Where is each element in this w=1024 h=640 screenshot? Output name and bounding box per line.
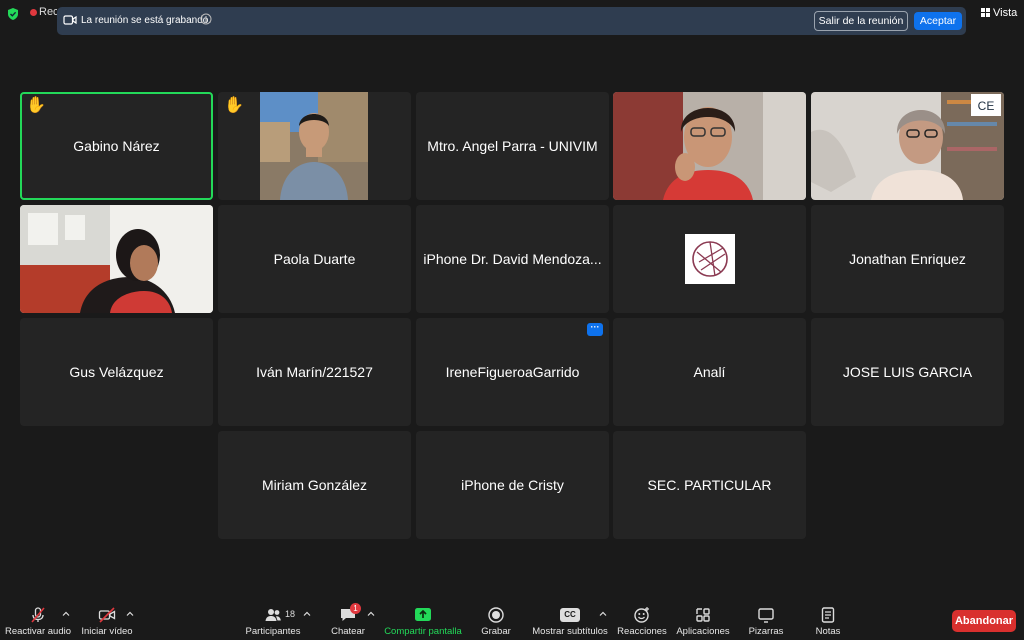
accept-button[interactable]: Aceptar bbox=[914, 12, 962, 30]
participant-video bbox=[260, 92, 368, 200]
record-icon bbox=[488, 607, 504, 623]
participant-video: CE bbox=[811, 92, 1004, 200]
participant-tile-miriam-gonzalez[interactable]: Miriam González bbox=[218, 431, 411, 539]
more-options-button[interactable]: ··· bbox=[587, 323, 603, 336]
participant-name: Jonathan Enriquez bbox=[849, 251, 966, 267]
participants-label: Participantes bbox=[245, 626, 301, 637]
participant-tile-gabino[interactable]: ✋ Gabino Nárez bbox=[20, 92, 213, 200]
notes-label: Notas bbox=[815, 626, 841, 637]
participant-video bbox=[613, 92, 806, 200]
top-bar: Recc La reunión se está grabando. Salir … bbox=[0, 0, 1024, 36]
participant-tile-gus-velazquez[interactable]: Gus Velázquez bbox=[20, 318, 213, 426]
record-button[interactable]: Grabar bbox=[474, 600, 518, 640]
share-screen-icon bbox=[415, 608, 431, 621]
participants-icon bbox=[265, 609, 281, 621]
participant-tile-jonathan-enriquez[interactable]: Jonathan Enriquez bbox=[811, 205, 1004, 313]
participant-name: Paola Duarte bbox=[273, 251, 356, 267]
participant-tile-anali[interactable]: Analí bbox=[613, 318, 806, 426]
view-button[interactable]: Vista bbox=[981, 7, 1017, 21]
participant-video bbox=[20, 205, 213, 313]
reactions-label: Reacciones bbox=[617, 626, 667, 637]
recording-message: La reunión se está grabando. bbox=[81, 15, 212, 26]
participant-name: Mtro. Angel Parra - UNIVIM bbox=[427, 138, 598, 154]
apps-icon bbox=[696, 608, 710, 622]
chat-unread-badge: 1 bbox=[350, 603, 361, 614]
show-captions-button[interactable]: CC Mostrar subtítulos bbox=[530, 600, 610, 640]
info-icon[interactable] bbox=[200, 13, 212, 25]
participant-tile-david-mendoza[interactable]: iPhone Dr. David Mendoza... bbox=[416, 205, 609, 313]
raised-hand-icon: ✋ bbox=[26, 97, 46, 114]
view-label: Vista bbox=[993, 7, 1018, 19]
recording-label: Recc bbox=[39, 6, 57, 18]
participants-button[interactable]: 18 Participantes bbox=[240, 600, 306, 640]
meeting-toolbar: Reactivar audio Iniciar vídeo 18 Partici… bbox=[0, 600, 1024, 640]
reactions-smiley-icon bbox=[634, 607, 649, 623]
participants-count: 18 bbox=[285, 609, 296, 619]
apps-label: Aplicaciones bbox=[676, 626, 730, 637]
share-screen-button[interactable]: Compartir pantalla bbox=[382, 600, 464, 640]
recording-camera-icon bbox=[63, 15, 77, 25]
show-captions-label: Mostrar subtítulos bbox=[532, 626, 608, 637]
svg-text:CE: CE bbox=[978, 99, 995, 113]
participant-tile-video-3[interactable]: CE bbox=[811, 92, 1004, 200]
globe-logo-avatar bbox=[685, 234, 735, 284]
unmute-audio-button[interactable]: Reactivar audio bbox=[4, 600, 72, 640]
participant-tile-video-4[interactable] bbox=[20, 205, 213, 313]
participant-tile-jose-luis-garcia[interactable]: JOSE LUIS GARCIA bbox=[811, 318, 1004, 426]
record-label: Grabar bbox=[481, 626, 511, 637]
microphone-muted-icon bbox=[31, 607, 45, 623]
recording-dot-icon bbox=[30, 9, 37, 16]
leave-meeting-button[interactable]: Salir de la reunión bbox=[814, 11, 908, 31]
video-options-chevron-icon[interactable] bbox=[126, 610, 134, 618]
closed-captions-icon: CC bbox=[560, 608, 580, 622]
participant-name: SEC. PARTICULAR bbox=[647, 477, 772, 493]
participants-options-chevron-icon[interactable] bbox=[303, 610, 311, 618]
chat-button[interactable]: 1 Chatear bbox=[324, 600, 372, 640]
recording-banner: La reunión se está grabando. Salir de la… bbox=[57, 7, 966, 35]
participant-name: JOSE LUIS GARCIA bbox=[842, 364, 973, 380]
apps-button[interactable]: Aplicaciones bbox=[674, 600, 732, 640]
participant-tile-sec-particular[interactable]: SEC. PARTICULAR bbox=[613, 431, 806, 539]
participant-tile-angel-parra[interactable]: Mtro. Angel Parra - UNIVIM bbox=[416, 92, 609, 200]
participant-tile-video-1[interactable]: ✋ bbox=[218, 92, 411, 200]
chat-label: Chatear bbox=[331, 626, 365, 637]
participant-tile-ivan-marin[interactable]: Iván Marín/221527 bbox=[218, 318, 411, 426]
security-shield-icon[interactable] bbox=[6, 7, 20, 21]
notes-button[interactable]: Notas bbox=[808, 600, 848, 640]
whiteboard-icon bbox=[758, 608, 774, 623]
participant-tile-paola-duarte[interactable]: Paola Duarte bbox=[218, 205, 411, 313]
participant-name: Iván Marín/221527 bbox=[256, 364, 373, 380]
whiteboards-label: Pizarras bbox=[748, 626, 784, 637]
notes-icon bbox=[821, 607, 835, 623]
reactions-button[interactable]: Reacciones bbox=[616, 600, 668, 640]
captions-options-chevron-icon[interactable] bbox=[599, 610, 607, 618]
grid-view-icon bbox=[981, 8, 990, 17]
participant-name: iPhone Dr. David Mendoza... bbox=[423, 251, 602, 267]
start-video-button[interactable]: Iniciar vídeo bbox=[78, 600, 136, 640]
start-video-label: Iniciar vídeo bbox=[81, 626, 133, 637]
unmute-audio-label: Reactivar audio bbox=[4, 626, 71, 637]
participant-tile-avatar[interactable] bbox=[613, 205, 806, 313]
leave-meeting-end-button[interactable]: Abandonar bbox=[952, 610, 1016, 632]
chat-options-chevron-icon[interactable] bbox=[367, 610, 375, 618]
participant-tile-iphone-cristy[interactable]: iPhone de Cristy bbox=[416, 431, 609, 539]
participant-name: iPhone de Cristy bbox=[461, 477, 564, 493]
participant-name: IreneFigueroaGarrido bbox=[445, 364, 580, 380]
participant-name: Gabino Nárez bbox=[73, 138, 160, 154]
participant-tile-video-2[interactable] bbox=[613, 92, 806, 200]
participant-name: Gus Velázquez bbox=[69, 364, 164, 380]
share-screen-label: Compartir pantalla bbox=[384, 626, 462, 637]
whiteboards-button[interactable]: Pizarras bbox=[742, 600, 790, 640]
video-camera-off-icon bbox=[98, 607, 116, 623]
participant-name: Analí bbox=[693, 364, 726, 380]
participant-name: Miriam González bbox=[261, 477, 368, 493]
raised-hand-icon: ✋ bbox=[224, 97, 244, 114]
audio-options-chevron-icon[interactable] bbox=[62, 610, 70, 618]
participant-tile-irene-figueroa[interactable]: ··· IreneFigueroaGarrido bbox=[416, 318, 609, 426]
